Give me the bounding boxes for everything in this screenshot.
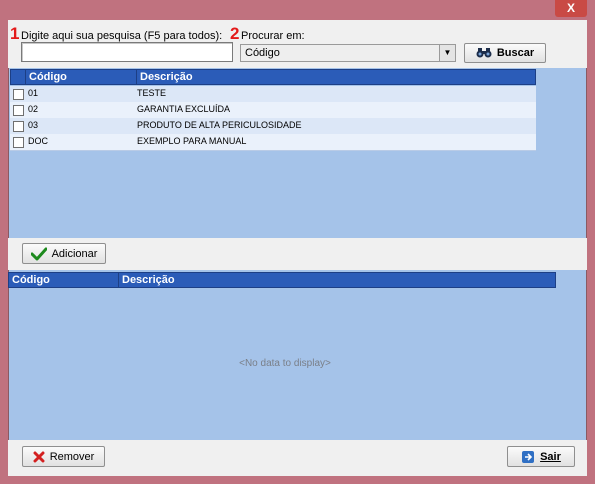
row-description: TESTE	[137, 88, 167, 98]
close-icon[interactable]: X	[567, 1, 575, 15]
add-button-label[interactable]: Adicionar	[52, 248, 98, 260]
add-button[interactable]: Adicionar	[22, 243, 106, 264]
row-code: 01	[28, 88, 39, 98]
bottom-grid-header: Código Descrição	[8, 272, 556, 288]
empty-grid-message: <No data to display>	[239, 358, 331, 369]
binoculars-icon	[476, 48, 492, 58]
row-checkbox[interactable]	[13, 89, 24, 100]
bottom-grid-header-descricao[interactable]: Descrição	[119, 273, 555, 287]
row-checkbox[interactable]	[13, 121, 24, 132]
bottom-grid-header-codigo[interactable]: Código	[9, 273, 119, 287]
table-row[interactable]: 02 GARANTIA EXCLUÍDA	[10, 102, 536, 119]
exit-door-icon	[522, 450, 535, 463]
row-description: PRODUTO DE ALTA PERICULOSIDADE	[137, 120, 302, 130]
remove-button[interactable]: Remover	[22, 446, 105, 467]
search-button[interactable]: Buscar	[464, 43, 546, 63]
top-grid-header-codigo[interactable]: Código	[26, 70, 137, 84]
exit-button[interactable]: Sair	[507, 446, 575, 467]
close-button[interactable]: X	[555, 0, 587, 17]
top-grid-header-descricao[interactable]: Descrição	[137, 70, 535, 84]
row-checkbox[interactable]	[13, 137, 24, 148]
row-description: GARANTIA EXCLUÍDA	[137, 104, 231, 114]
search-field-label: Procurar em:	[241, 30, 305, 42]
checkmark-icon	[30, 247, 47, 260]
annotation-marker-2: 2	[230, 24, 240, 43]
row-checkbox[interactable]	[13, 105, 24, 116]
top-grid-select-column	[11, 70, 26, 84]
exit-button-label[interactable]: Sair	[540, 451, 561, 463]
row-code: 03	[28, 120, 39, 130]
table-row[interactable]: DOC EXEMPLO PARA MANUAL	[10, 134, 536, 151]
search-button-label[interactable]: Buscar	[497, 47, 534, 59]
remove-x-icon	[33, 451, 45, 462]
annotation-marker-1: 1	[10, 24, 20, 43]
remove-button-label[interactable]: Remover	[50, 451, 95, 463]
search-field-select[interactable]: Código ▼	[240, 44, 456, 62]
row-code: 02	[28, 104, 39, 114]
row-description: EXEMPLO PARA MANUAL	[137, 136, 247, 146]
row-code: DOC	[28, 136, 48, 146]
search-field-select-value[interactable]: Código	[245, 47, 280, 59]
search-input[interactable]	[21, 42, 233, 62]
chevron-down-icon[interactable]: ▼	[439, 45, 455, 61]
top-grid-header: Código Descrição	[10, 69, 536, 85]
table-row[interactable]: 01 TESTE	[10, 86, 536, 103]
search-prompt-label: Digite aqui sua pesquisa (F5 para todos)…	[21, 30, 223, 42]
table-row[interactable]: 03 PRODUTO DE ALTA PERICULOSIDADE	[10, 118, 536, 135]
